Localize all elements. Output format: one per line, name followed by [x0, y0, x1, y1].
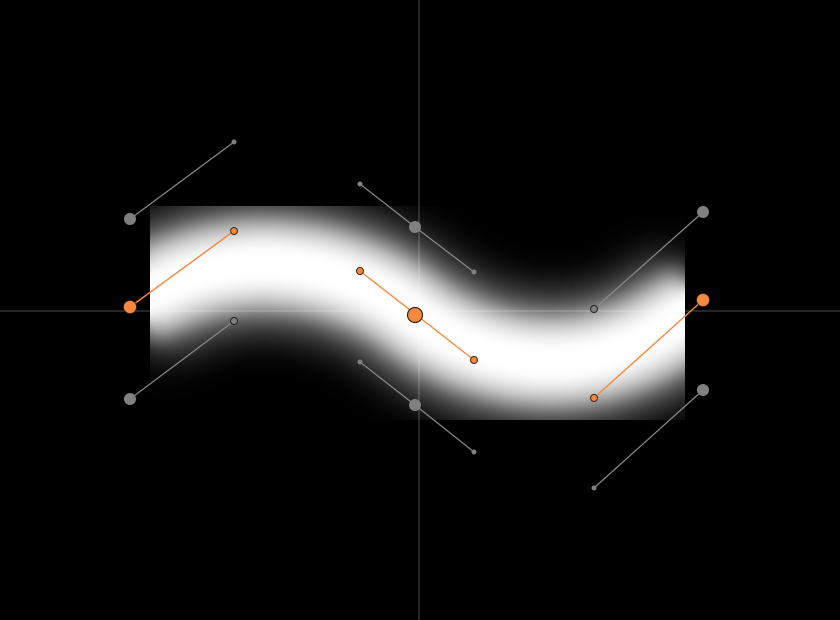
edge-width-handle[interactable]	[124, 393, 136, 405]
edge-tangent-handle[interactable]	[357, 181, 363, 187]
edge-handle-line	[129, 141, 235, 220]
edge-tangent-handle[interactable]	[591, 485, 597, 491]
tangent-handle-point[interactable]	[470, 356, 478, 364]
edge-tangent-handle[interactable]	[471, 269, 477, 275]
tangent-handle-point[interactable]	[356, 267, 364, 275]
tangent-handle-point[interactable]	[590, 394, 598, 402]
edge-handle-line	[359, 183, 416, 228]
stroke-editor-canvas[interactable]	[0, 0, 840, 620]
control-point-left[interactable]	[123, 300, 137, 314]
edge-width-handle[interactable]	[697, 206, 709, 218]
control-point-middle[interactable]	[406, 306, 424, 324]
edge-tangent-handle[interactable]	[231, 139, 237, 145]
edge-tangent-handle[interactable]	[471, 449, 477, 455]
stroke-editor-svg[interactable]	[0, 0, 840, 620]
edge-tangent-handle[interactable]	[230, 317, 238, 325]
edge-tangent-handle[interactable]	[590, 305, 598, 313]
edge-width-handle[interactable]	[124, 213, 136, 225]
control-point-right[interactable]	[696, 293, 710, 307]
edge-width-handle[interactable]	[697, 384, 709, 396]
edge-width-handle[interactable]	[409, 221, 421, 233]
edge-width-handle[interactable]	[409, 399, 421, 411]
tangent-handle-point[interactable]	[230, 227, 238, 235]
edge-handle-line	[414, 404, 475, 453]
edge-tangent-handle[interactable]	[357, 359, 363, 365]
